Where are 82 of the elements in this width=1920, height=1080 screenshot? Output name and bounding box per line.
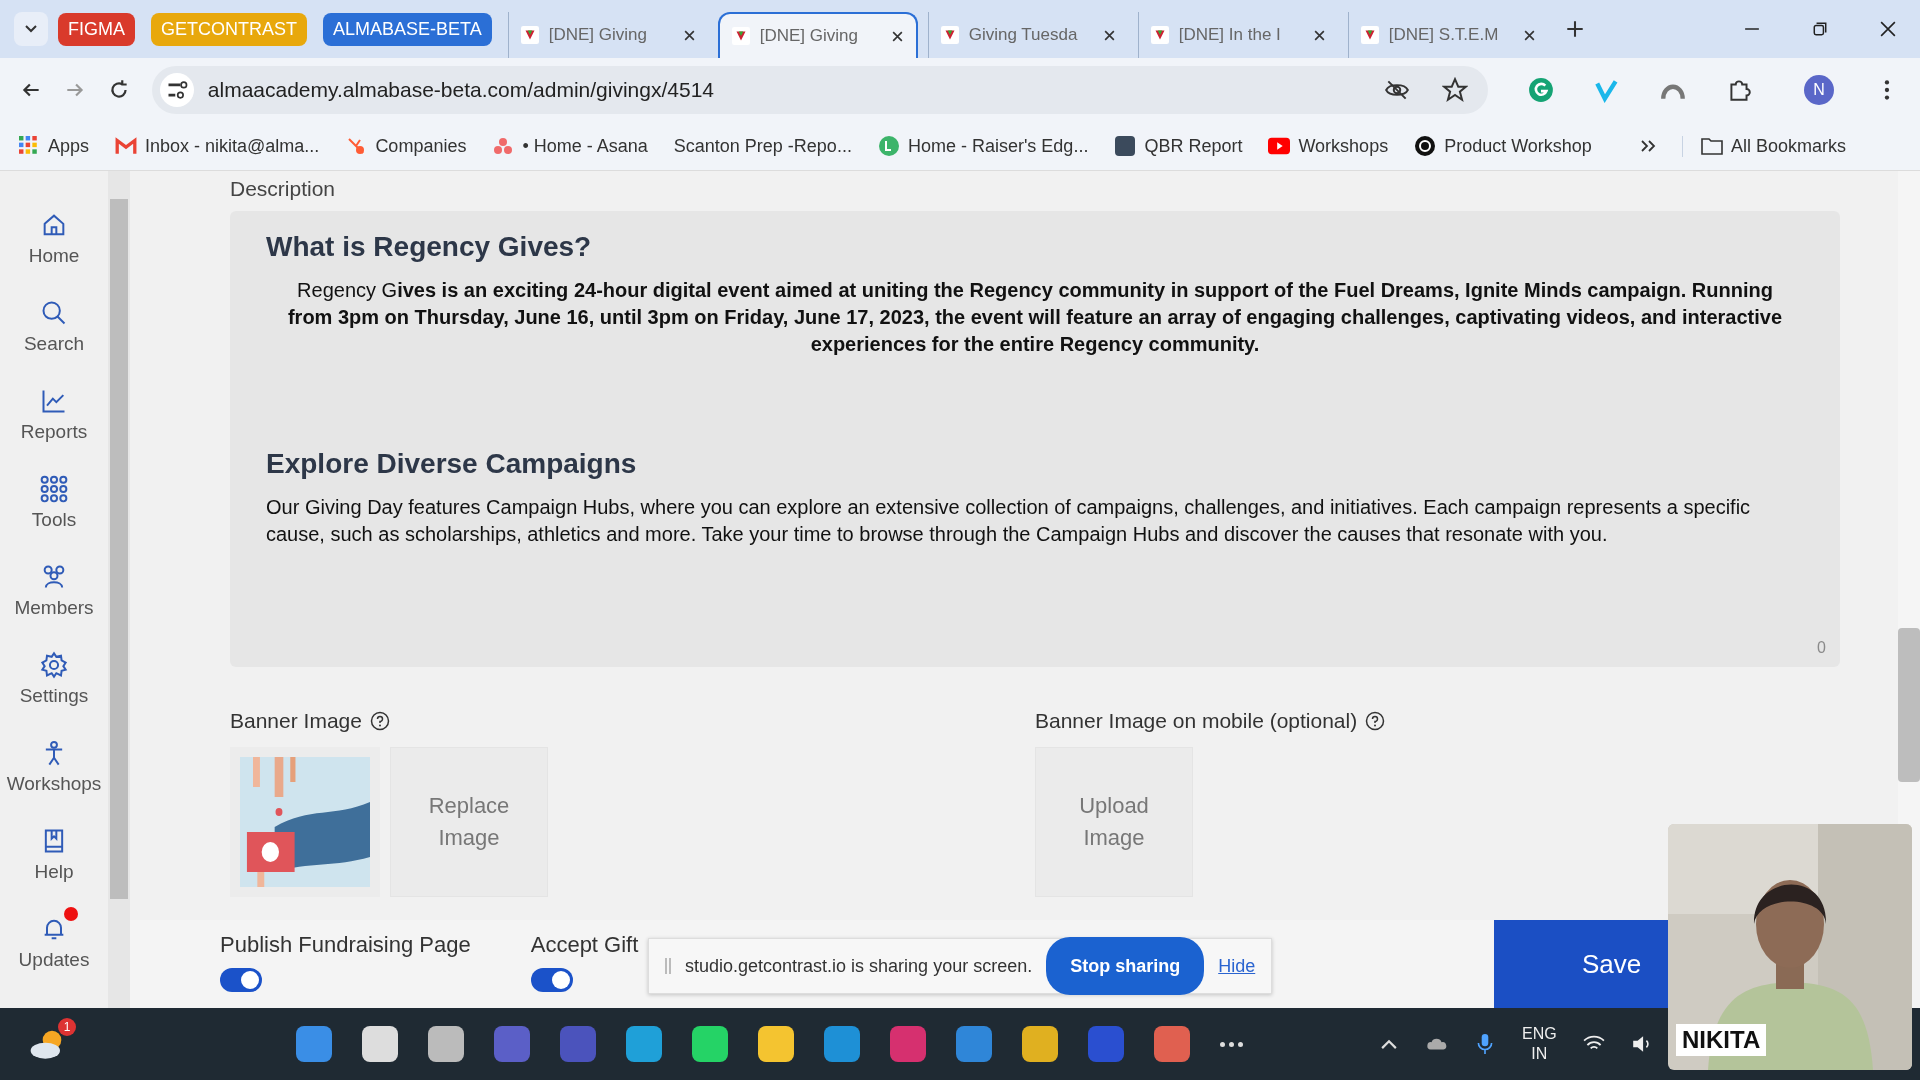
scrollbar-thumb[interactable]: [1898, 628, 1920, 782]
tab-search-button[interactable]: [14, 12, 48, 46]
close-icon[interactable]: [1312, 28, 1326, 42]
language-indicator[interactable]: ENG IN: [1522, 1024, 1557, 1064]
toggle-switch[interactable]: [220, 968, 262, 992]
grid-icon: [40, 475, 68, 503]
more-bookmarks-icon[interactable]: [1639, 139, 1656, 153]
upload-image-button[interactable]: Upload Image: [1035, 747, 1193, 897]
bookmark-link[interactable]: QBR Report: [1114, 135, 1243, 157]
tab-title: [DNE] Giving: [548, 25, 648, 45]
stop-sharing-button[interactable]: Stop sharing: [1046, 937, 1205, 995]
sidebar-item[interactable]: Workshops: [6, 731, 102, 795]
sidebar-item[interactable]: Home: [28, 203, 80, 267]
sidebar-item[interactable]: Tools: [31, 467, 77, 531]
description-heading: Explore Diverse Campaigns: [266, 448, 638, 480]
browser-tab[interactable]: [DNE] Giving: [717, 12, 918, 58]
toggle-label: Publish Fundraising Page: [220, 932, 471, 958]
sidebar-item[interactable]: Reports: [20, 379, 88, 443]
save-button[interactable]: Save: [1494, 920, 1668, 1008]
shield-icon: [520, 26, 539, 44]
disc-icon: [1414, 136, 1437, 156]
tab-title: [DNE] S.T.E.M: [1388, 25, 1500, 45]
close-icon[interactable]: [1522, 28, 1536, 42]
share-message: studio.getcontrast.io is sharing your screen.: [685, 955, 1033, 977]
bookmark-link[interactable]: • Home - Asana: [492, 135, 648, 157]
shield-icon: [1150, 26, 1169, 44]
description-heading: What is Regency Gives?: [266, 231, 593, 263]
bookmark-link[interactable]: Companies: [345, 135, 467, 157]
bookmark-link[interactable]: Inbox - nikita@alma...: [115, 135, 320, 157]
notification-badge: 1: [58, 1018, 76, 1036]
field-label: Banner Image on mobile (optional): [1035, 709, 1358, 733]
close-icon[interactable]: [890, 29, 904, 43]
apps-grid-icon: [18, 136, 40, 156]
bookmark-link[interactable]: Home - Raiser's Edg...: [877, 135, 1089, 157]
play-icon: [1268, 136, 1291, 156]
more-icon[interactable]: [1220, 1041, 1243, 1047]
close-icon[interactable]: [1102, 28, 1116, 42]
tab-group-chip[interactable]: FIGMA: [58, 12, 135, 46]
character-count: 0: [1817, 639, 1826, 657]
three-dots-icon: [492, 136, 515, 156]
bookmark-link[interactable]: Product Workshop: [1414, 135, 1592, 157]
close-icon[interactable]: [1880, 21, 1896, 37]
restore-icon[interactable]: [1812, 21, 1828, 37]
description-paragraph: Regency Gives is an exciting 24-hour digital event aimed at uniting the Regency community in support of the Fuel Dreams, Ignite Minds campaign. Running from 3pm on Thursday, June 16, until 3pm on Friday, June 17, 2023, the event will feature an array of engaging challenges, captivating videos, and interactive experiences for the entire Regency community.: [286, 278, 1784, 357]
field-label: Description: [230, 176, 337, 202]
field-label: Banner Image: [230, 709, 362, 733]
tab-title: [DNE] Giving: [759, 26, 859, 46]
shield-icon: [731, 27, 750, 45]
new-tab-icon[interactable]: [1565, 20, 1584, 38]
sidebar-item[interactable]: Search: [23, 291, 85, 355]
bookmark-link[interactable]: All Bookmarks: [1681, 135, 1846, 157]
hide-link[interactable]: Hide: [1218, 955, 1256, 977]
scrollbar-thumb[interactable]: [110, 199, 128, 899]
participant-name: NIKITA: [1676, 1024, 1767, 1056]
close-icon[interactable]: [682, 28, 696, 42]
tab-title: Giving Tuesda: [968, 25, 1079, 45]
help-icon[interactable]: [1365, 711, 1386, 731]
help-icon[interactable]: [369, 711, 390, 731]
url-text: almaacademy.almabase-beta.com/admin/givingx/4514: [207, 78, 716, 102]
address-bar[interactable]: almaacademy.almabase-beta.com/admin/givingx/4514: [151, 66, 1489, 114]
bookmark-link[interactable]: Workshops: [1268, 135, 1389, 157]
description-paragraph: Our Giving Day features Campaign Hubs, where you can explore an extensive collection of campaigns, challenges, and initiatives. Each campaign represents a specific cause, such as scholarships, athletics and more. Take your time to browse through the Campaign Hubs and discover the causes that resonate with you.: [266, 495, 1752, 547]
site-settings-icon[interactable]: [159, 73, 194, 107]
replace-image-button[interactable]: Replace Image: [390, 747, 548, 897]
bookmark-link[interactable]: Scanton Prep -Repo...: [673, 135, 852, 157]
toggle-label: Accept Gift: [530, 932, 639, 958]
profile-avatar[interactable]: N: [1804, 75, 1835, 105]
sidebar-item[interactable]: Members: [14, 555, 94, 619]
tab-title: [DNE] In the I: [1178, 25, 1282, 45]
sidebar-item[interactable]: Settings: [19, 643, 89, 707]
gear-icon: [40, 651, 68, 679]
drag-handle-icon[interactable]: [665, 958, 671, 974]
extension-icon[interactable]: [1528, 77, 1555, 103]
sidebar-item[interactable]: Updates: [18, 907, 90, 971]
circle-logo-icon: [877, 136, 900, 156]
shield-icon: [940, 26, 959, 44]
tab-group-chip[interactable]: ALMABASE-BETA: [323, 12, 492, 46]
toggle-switch[interactable]: [530, 968, 573, 992]
shield-icon: [1360, 26, 1379, 44]
star-icon[interactable]: [1442, 77, 1469, 103]
sidebar-item[interactable]: Help: [34, 819, 74, 883]
bookmark-link[interactable]: Apps: [18, 135, 90, 157]
